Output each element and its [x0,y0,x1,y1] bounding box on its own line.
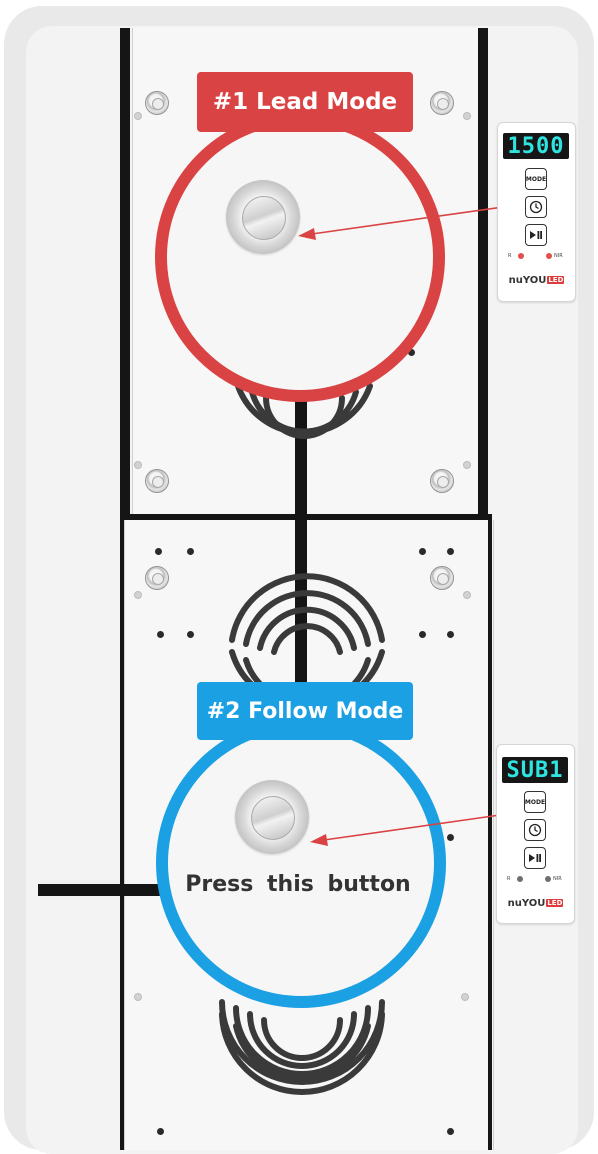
timer-icon [529,200,543,214]
red-led-icon [517,876,523,882]
controller-panel-top: 1500 MODE R NIR nuYOU LED [497,122,576,302]
mode-button[interactable]: MODE [524,791,546,813]
nir-led-icon [545,876,551,882]
play-pause-button[interactable] [524,847,546,869]
timer-button[interactable] [525,196,547,218]
led-label-r: R [507,876,511,882]
device-diagram: #1 Lead Mode Press this button #2 Follow… [0,0,598,1154]
led-indicators: R NIR [506,253,568,261]
led-label-nir: NIR [554,253,563,259]
brand-logo: nuYOU LED [508,275,565,286]
controller-panel-bottom: SUB1 MODE R NIR nuYOU LED [496,744,575,924]
play-pause-button[interactable] [525,224,547,246]
mode-button[interactable]: MODE [525,168,547,190]
timer-display: 1500 [503,133,569,159]
arrow-to-lead-button [298,205,511,240]
led-label-nir: NIR [553,876,562,882]
nir-led-icon [546,253,552,259]
sub-display: SUB1 [502,757,568,783]
play-pause-icon [530,231,542,239]
red-led-icon [518,253,524,259]
play-pause-icon [529,854,541,862]
arrow-to-follow-button [310,814,501,846]
brand-logo: nuYOU LED [507,898,564,909]
led-indicators: R NIR [505,876,567,884]
timer-button[interactable] [524,819,546,841]
led-label-r: R [508,253,512,259]
timer-icon [528,823,542,837]
